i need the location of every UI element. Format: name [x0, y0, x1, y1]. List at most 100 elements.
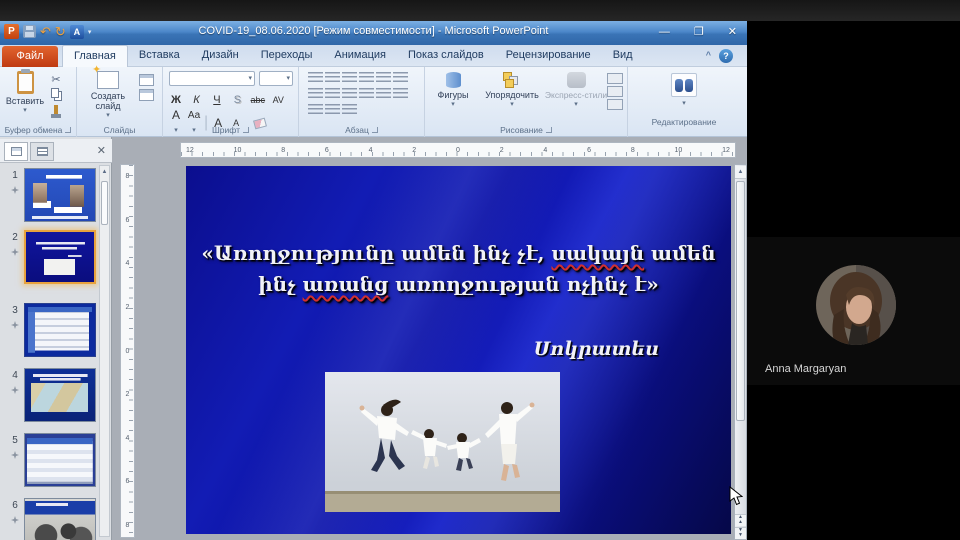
- convert-smartart-icon[interactable]: [308, 104, 323, 116]
- format-painter-button[interactable]: [48, 102, 64, 117]
- slide-number: 4: [6, 370, 24, 381]
- current-slide[interactable]: «Առողջությունը ամեն ինչ չէ, սակայն ամեն …: [186, 166, 731, 534]
- close-panel-icon[interactable]: ✕: [97, 144, 106, 157]
- layout-icon[interactable]: [139, 74, 154, 86]
- participant-video-tile[interactable]: Anna Margaryan: [747, 237, 960, 385]
- slide-thumbnail[interactable]: [24, 230, 96, 284]
- hruler-number: 4: [543, 147, 547, 154]
- bold-button[interactable]: Ж: [168, 93, 184, 108]
- next-slide-button[interactable]: ▼▼: [735, 527, 746, 539]
- group-paragraph-label[interactable]: Абзац: [299, 125, 424, 135]
- slide-thumbnail-meta: 4: [6, 368, 24, 422]
- shape-fill-icon[interactable]: [607, 73, 623, 84]
- panel-scrollbar[interactable]: ▲: [99, 165, 110, 537]
- group-slides: Создать слайд Слайды: [77, 67, 163, 137]
- hruler-number: 8: [631, 147, 635, 154]
- quote-part: «Առողջությունը ամեն ինչ չէ,: [201, 241, 551, 265]
- shape-effects-icon[interactable]: [607, 99, 623, 110]
- mouse-cursor: [729, 486, 743, 506]
- hruler-number: 8: [281, 147, 285, 154]
- vruler-number: 4: [126, 260, 130, 267]
- group-editing-label: Редактирование: [628, 117, 740, 127]
- shape-outline-icon[interactable]: [607, 86, 623, 97]
- shapes-button[interactable]: Фигуры: [431, 72, 475, 110]
- editor-scrollbar[interactable]: ▲ ▲▲ ▼▼: [734, 164, 747, 540]
- italic-button[interactable]: К: [188, 93, 204, 108]
- strikethrough-button[interactable]: abc: [250, 93, 266, 108]
- new-slide-button[interactable]: Создать слайд: [83, 71, 133, 121]
- copy-button[interactable]: [48, 87, 64, 102]
- slide-thumbnail-row: 5: [6, 433, 96, 487]
- group-slides-label: Слайды: [77, 125, 162, 135]
- cut-button[interactable]: ✂: [48, 72, 64, 87]
- tab-slides-thumbnails[interactable]: [4, 142, 28, 161]
- close-button[interactable]: ✕: [728, 23, 737, 41]
- vruler-number: 0: [126, 348, 130, 355]
- slide-thumbnail-row: 2: [6, 230, 96, 284]
- text-direction-icon[interactable]: [393, 72, 408, 84]
- meeting-screen: P ↶ ↻ A ▾ COVID-19_08.06.2020 [Режим сов…: [0, 0, 960, 540]
- font-name-combobox[interactable]: [169, 71, 255, 86]
- align-right-icon[interactable]: [342, 88, 357, 100]
- bullets-icon[interactable]: [308, 72, 323, 84]
- previous-slide-button[interactable]: ▲▲: [735, 514, 746, 526]
- paragraph-extra2-icon[interactable]: [342, 104, 357, 116]
- justify-icon[interactable]: [359, 88, 374, 100]
- align-left-icon[interactable]: [308, 88, 323, 100]
- tab-2[interactable]: Вставка: [128, 45, 191, 67]
- title-bar[interactable]: P ↶ ↻ A ▾ COVID-19_08.06.2020 [Режим сов…: [0, 21, 747, 45]
- group-drawing-label[interactable]: Рисование: [425, 125, 627, 135]
- vruler-number: 4: [126, 435, 130, 442]
- decrease-indent-icon[interactable]: [342, 72, 357, 84]
- quote-attribution: Սոկրատես: [534, 338, 659, 360]
- group-clipboard-label[interactable]: Буфер обмена: [0, 125, 76, 135]
- align-center-icon[interactable]: [325, 88, 340, 100]
- tab-outline[interactable]: [30, 142, 54, 161]
- underline-button[interactable]: Ч: [209, 93, 225, 108]
- quote-part: ինչ: [258, 272, 302, 296]
- slide-number: 3: [6, 305, 24, 316]
- panel-scroll-thumb[interactable]: [101, 181, 108, 225]
- tab-4[interactable]: Переходы: [250, 45, 324, 67]
- quick-styles-icon: [567, 72, 586, 88]
- align-text-icon[interactable]: [393, 88, 408, 100]
- slide-thumbnail[interactable]: [24, 303, 96, 357]
- arrange-button[interactable]: Упорядочить: [479, 72, 545, 110]
- minimize-button[interactable]: —: [659, 23, 670, 41]
- animation-star-icon: [11, 248, 19, 256]
- scroll-up-icon[interactable]: ▲: [735, 166, 746, 179]
- scroll-thumb[interactable]: [736, 181, 745, 421]
- increase-indent-icon[interactable]: [359, 72, 374, 84]
- family-beach-photo[interactable]: [325, 372, 560, 512]
- numbering-icon[interactable]: [325, 72, 340, 84]
- columns-icon[interactable]: [376, 88, 391, 100]
- reset-slide-icon[interactable]: [139, 89, 154, 101]
- character-spacing-button[interactable]: AV: [270, 93, 286, 108]
- paste-button[interactable]: Вставить: [6, 71, 44, 116]
- tab-8[interactable]: Вид: [602, 45, 644, 67]
- tab-5[interactable]: Анимация: [323, 45, 397, 67]
- tab-3[interactable]: Дизайн: [191, 45, 250, 67]
- font-size-combobox[interactable]: [259, 71, 293, 86]
- tab-file[interactable]: Файл: [2, 46, 58, 67]
- slide-thumbnail[interactable]: [24, 433, 96, 487]
- text-shadow-button[interactable]: S: [229, 93, 245, 108]
- powerpoint-window: P ↶ ↻ A ▾ COVID-19_08.06.2020 [Режим сов…: [0, 21, 747, 540]
- tab-7[interactable]: Рецензирование: [495, 45, 602, 67]
- quick-styles-button[interactable]: Экспресс-стили: [547, 72, 605, 110]
- maximize-button[interactable]: ❐: [694, 23, 704, 41]
- paragraph-extra-icon[interactable]: [325, 104, 340, 116]
- slide-thumbnail[interactable]: [24, 168, 96, 222]
- panel-scroll-up-icon[interactable]: ▲: [100, 166, 109, 179]
- tab-6[interactable]: Показ слайдов: [397, 45, 495, 67]
- participant-avatar: [816, 265, 896, 345]
- collapse-ribbon-icon[interactable]: ^: [706, 50, 711, 60]
- help-button[interactable]: ?: [719, 49, 733, 63]
- slide-thumbnail[interactable]: [24, 498, 96, 540]
- slide-thumbnail[interactable]: [24, 368, 96, 422]
- line-spacing-icon[interactable]: [376, 72, 391, 84]
- find-button[interactable]: [666, 73, 702, 109]
- format-painter-icon: [54, 105, 58, 114]
- group-font-label[interactable]: Шрифт: [163, 125, 298, 135]
- slide-thumbnail-meta: 2: [6, 230, 24, 284]
